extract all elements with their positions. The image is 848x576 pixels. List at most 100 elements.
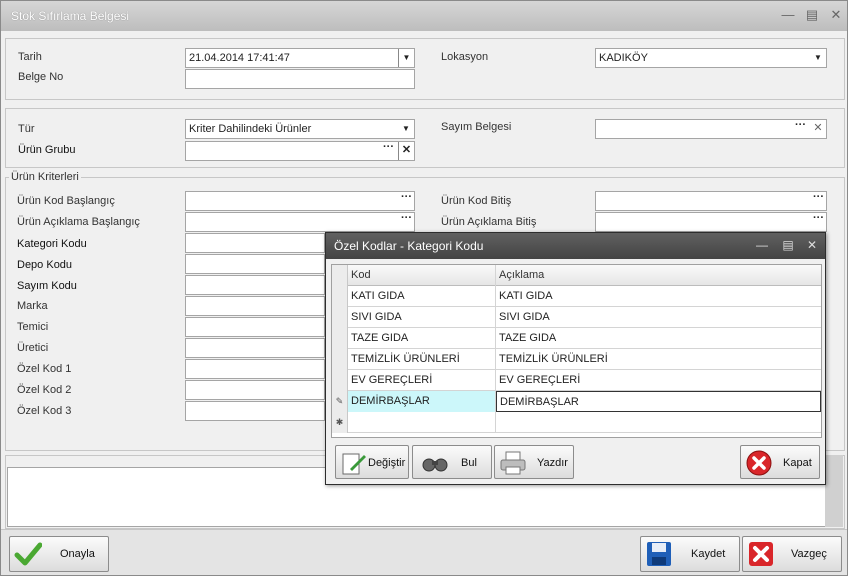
close-label: Kapat <box>783 457 812 469</box>
urun-aciklama-baslangic-field[interactable]: ··· <box>185 212 415 232</box>
sayim-kodu-field[interactable] <box>185 275 325 295</box>
cancel-button[interactable]: Vazgeç <box>742 536 842 572</box>
approve-button[interactable]: Onayla <box>9 536 109 572</box>
cell-aciklama[interactable]: EV GEREÇLERİ <box>496 370 821 391</box>
approve-label: Onayla <box>60 548 95 560</box>
criteria-label: Ürün Kod Bitiş <box>441 195 512 207</box>
ozel-kod-2-field[interactable] <box>185 380 325 400</box>
table-row[interactable]: SIVI GIDA SIVI GIDA <box>332 307 821 328</box>
cell-kod[interactable]: SIVI GIDA <box>348 307 496 328</box>
save-label: Kaydet <box>691 548 726 560</box>
sayim-belgesi-label: Sayım Belgesi <box>441 121 512 133</box>
ellipsis-icon[interactable]: ··· <box>795 120 806 131</box>
edit-button[interactable]: Değiştir <box>335 445 409 479</box>
kategori-kodu-field[interactable] <box>185 233 325 253</box>
edit-label: Değiştir <box>368 457 406 469</box>
ellipsis-icon[interactable]: ··· <box>383 142 394 153</box>
column-header-kod[interactable]: Kod <box>348 265 496 286</box>
print-button[interactable]: Yazdır <box>494 445 574 479</box>
cell-kod[interactable]: TAZE GIDA <box>348 328 496 349</box>
cell-aciklama[interactable]: SIVI GIDA <box>496 307 821 328</box>
close-icon[interactable]: ✕ <box>827 7 845 23</box>
marka-field[interactable] <box>185 296 325 316</box>
cell-kod[interactable]: EV GEREÇLERİ <box>348 370 496 391</box>
urun-grubu-field[interactable]: ··· ✕ <box>185 141 415 161</box>
ozel-kod-3-field[interactable] <box>185 401 325 421</box>
column-header-aciklama[interactable]: Açıklama <box>496 265 821 286</box>
tarih-field[interactable]: 21.04.2014 17:41:47 ▼ <box>185 48 415 68</box>
lokasyon-label: Lokasyon <box>441 51 489 63</box>
ellipsis-icon[interactable]: ··· <box>401 213 412 224</box>
maximize-icon[interactable]: ▤ <box>803 7 821 23</box>
temici-field[interactable] <box>185 317 325 337</box>
find-button[interactable]: Bul <box>412 445 492 479</box>
codes-grid: Kod Açıklama KATI GIDA KATI GIDA SIVI GI… <box>331 264 822 438</box>
ellipsis-icon[interactable]: ··· <box>813 192 824 203</box>
tur-label: Tür <box>18 123 35 135</box>
tarih-value: 21.04.2014 17:41:47 <box>189 52 290 64</box>
cell-aciklama[interactable]: TEMİZLİK ÜRÜNLERİ <box>496 349 821 370</box>
sayim-belgesi-field[interactable]: ··· ✕ <box>595 119 827 139</box>
printer-icon <box>500 451 526 475</box>
dialog-title-bar: Özel Kodlar - Kategori Kodu — ▤ ✕ <box>326 233 825 259</box>
ellipsis-icon[interactable]: ··· <box>813 213 824 224</box>
criteria-label: Özel Kod 3 <box>17 405 72 417</box>
tur-select[interactable]: Kriter Dahilindeki Ürünler ▼ <box>185 119 415 139</box>
urun-aciklama-bitis-field[interactable]: ··· <box>595 212 827 232</box>
pencil-icon: ✎ <box>332 391 348 412</box>
cell-kod[interactable]: KATI GIDA <box>348 286 496 307</box>
main-window: Stok Sıfırlama Belgesi — ▤ ✕ Tarih 21.04… <box>0 0 848 576</box>
tur-value: Kriter Dahilindeki Ürünler <box>189 123 312 135</box>
criteria-group-title: Ürün Kriterleri <box>9 171 81 183</box>
table-row[interactable]: TAZE GIDA TAZE GIDA <box>332 328 821 349</box>
table-row[interactable]: TEMİZLİK ÜRÜNLERİ TEMİZLİK ÜRÜNLERİ <box>332 349 821 370</box>
row-indicator <box>332 349 348 370</box>
new-cell-kod[interactable] <box>348 412 496 433</box>
ozel-kod-1-field[interactable] <box>185 359 325 379</box>
bottom-toolbar: Onayla Kaydet Vazgeç <box>1 529 847 575</box>
cancel-icon <box>749 542 773 566</box>
notes-scrollbar[interactable] <box>825 455 843 527</box>
criteria-label: Depo Kodu <box>17 259 73 271</box>
chevron-down-icon[interactable]: ▼ <box>810 49 826 67</box>
criteria-label: Ürün Açıklama Başlangıç <box>17 216 140 228</box>
cell-kod[interactable]: DEMİRBAŞLAR <box>348 391 496 412</box>
cancel-label: Vazgeç <box>791 548 827 560</box>
belge-no-field[interactable] <box>185 69 415 89</box>
category-code-dialog: Özel Kodlar - Kategori Kodu — ▤ ✕ Kod Aç… <box>325 232 826 485</box>
urun-kod-baslangic-field[interactable]: ··· <box>185 191 415 211</box>
row-indicator <box>332 286 348 307</box>
table-row-selected[interactable]: ✎ DEMİRBAŞLAR DEMİRBAŞLAR <box>332 391 821 412</box>
criteria-label: Marka <box>17 300 48 312</box>
check-icon <box>14 542 42 566</box>
close-circle-icon <box>746 450 772 476</box>
new-cell-aciklama[interactable] <box>496 412 821 433</box>
save-button[interactable]: Kaydet <box>640 536 740 572</box>
urun-kod-bitis-field[interactable]: ··· <box>595 191 827 211</box>
close-button[interactable]: Kapat <box>740 445 820 479</box>
row-indicator <box>332 307 348 328</box>
cell-aciklama[interactable]: TAZE GIDA <box>496 328 821 349</box>
maximize-icon[interactable]: ▤ <box>780 238 796 252</box>
close-icon[interactable]: ✕ <box>804 238 820 252</box>
ellipsis-icon[interactable]: ··· <box>401 192 412 203</box>
depo-kodu-field[interactable] <box>185 254 325 274</box>
criteria-label: Temici <box>17 321 49 333</box>
lokasyon-select[interactable]: KADIKÖY ▼ <box>595 48 827 68</box>
clear-icon[interactable]: ✕ <box>810 120 826 138</box>
cell-aciklama[interactable]: KATI GIDA <box>496 286 821 307</box>
new-row[interactable]: ✱ <box>332 412 821 433</box>
minimize-icon[interactable]: — <box>779 7 797 23</box>
chevron-down-icon[interactable]: ▼ <box>398 49 414 67</box>
chevron-down-icon[interactable]: ▼ <box>398 120 414 138</box>
criteria-label: Üretici <box>17 342 49 354</box>
minimize-icon[interactable]: — <box>754 238 770 252</box>
find-label: Bul <box>461 457 477 469</box>
urun-grubu-label: Ürün Grubu <box>18 144 76 156</box>
cell-aciklama-editor[interactable]: DEMİRBAŞLAR <box>496 391 821 412</box>
clear-icon[interactable]: ✕ <box>398 142 414 160</box>
table-row[interactable]: EV GEREÇLERİ EV GEREÇLERİ <box>332 370 821 391</box>
cell-kod[interactable]: TEMİZLİK ÜRÜNLERİ <box>348 349 496 370</box>
uretici-field[interactable] <box>185 338 325 358</box>
table-row[interactable]: KATI GIDA KATI GIDA <box>332 286 821 307</box>
